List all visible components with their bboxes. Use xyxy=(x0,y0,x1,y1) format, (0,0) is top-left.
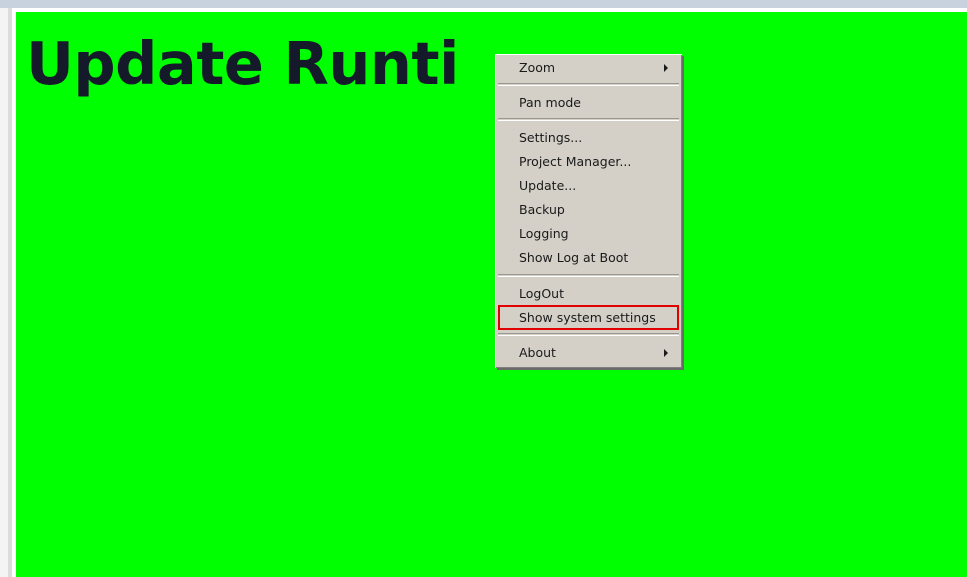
menu-item-show-log-at-boot[interactable]: Show Log at Boot xyxy=(495,246,682,270)
menu-item-backup[interactable]: Backup xyxy=(495,198,682,222)
context-menu: Zoom Pan mode Settings... Project Manage… xyxy=(495,54,682,368)
menu-item-project-manager[interactable]: Project Manager... xyxy=(495,150,682,174)
menu-item-label: Project Manager... xyxy=(519,154,632,169)
menu-item-zoom[interactable]: Zoom xyxy=(495,56,682,79)
menu-item-label: Zoom xyxy=(519,60,556,75)
menu-item-pan-mode[interactable]: Pan mode xyxy=(495,91,682,114)
submenu-arrow-icon xyxy=(664,349,668,357)
menu-item-label: Backup xyxy=(519,202,565,217)
menu-item-label: Logging xyxy=(519,226,569,241)
menu-item-label: Show Log at Boot xyxy=(519,250,629,265)
menu-item-label: About xyxy=(519,345,556,360)
menu-item-update[interactable]: Update... xyxy=(495,174,682,198)
menu-item-logging[interactable]: Logging xyxy=(495,222,682,246)
menu-item-logout[interactable]: LogOut xyxy=(495,282,682,306)
menu-item-label: Settings... xyxy=(519,130,583,145)
menu-separator xyxy=(498,118,679,121)
window-top-border xyxy=(0,0,967,8)
window-left-border-inner xyxy=(8,8,12,577)
menu-item-settings[interactable]: Settings... xyxy=(495,126,682,150)
menu-item-label: Update... xyxy=(519,178,577,193)
page-title: Update Runti xyxy=(26,29,459,98)
submenu-arrow-icon xyxy=(664,64,668,72)
menu-separator xyxy=(498,333,679,336)
menu-separator xyxy=(498,83,679,86)
menu-item-label: Pan mode xyxy=(519,95,581,110)
window-left-border xyxy=(0,8,8,577)
menu-separator xyxy=(498,274,679,277)
menu-item-label: LogOut xyxy=(519,286,564,301)
app-window: Update Runti Zoom Pan mode Settings... P… xyxy=(0,0,967,577)
menu-item-about[interactable]: About xyxy=(495,341,682,364)
menu-item-show-system-settings[interactable]: Show system settings xyxy=(498,305,679,330)
menu-item-label: Show system settings xyxy=(519,310,656,325)
